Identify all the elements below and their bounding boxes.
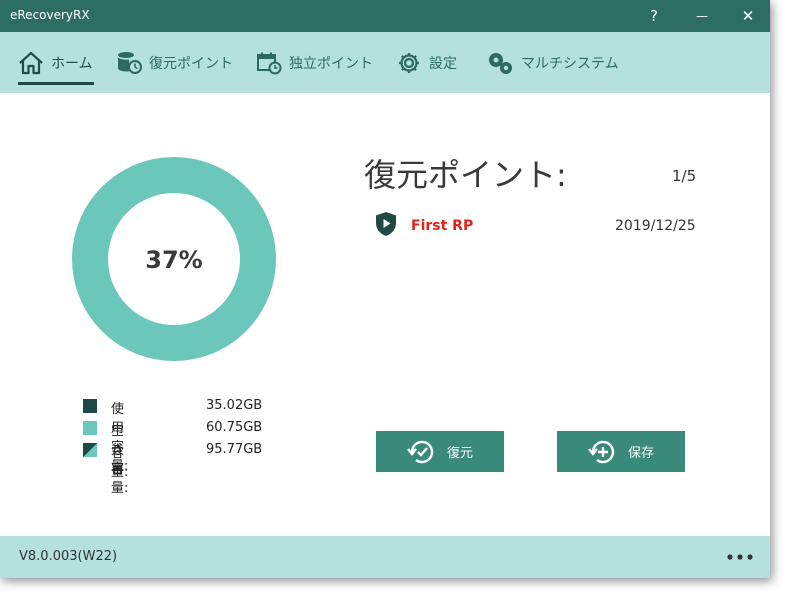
help-icon: ? xyxy=(650,7,658,25)
legend-value: 35.02GB xyxy=(206,398,263,413)
tab-independent-points[interactable]: 独立ポイント xyxy=(256,32,373,93)
database-restore-icon xyxy=(116,51,142,75)
restore-button[interactable]: 復元 xyxy=(376,431,504,472)
restore-check-icon xyxy=(407,440,434,463)
shield-play-icon xyxy=(376,212,396,236)
disk-usage-donut: 37% xyxy=(72,157,276,361)
tab-label: 独立ポイント xyxy=(289,55,373,72)
save-button[interactable]: 保存 xyxy=(557,431,685,472)
minimize-icon: — xyxy=(696,9,708,23)
app-window: eRecoveryRX ? — ✕ ホーム 復元ポイント 独立ポイント 設定 マ… xyxy=(0,0,770,578)
legend-value: 60.75GB xyxy=(206,420,263,435)
legend-swatch-used xyxy=(83,399,97,413)
version-label: V8.0.003(W22) xyxy=(19,549,118,564)
legend-value: 95.77GB xyxy=(206,442,263,457)
gear-icon xyxy=(396,51,422,75)
legend-label: 容量: xyxy=(111,446,129,480)
footer-bar: V8.0.003(W22) xyxy=(0,536,770,578)
calendar-clock-icon xyxy=(256,51,282,75)
close-button[interactable]: ✕ xyxy=(726,0,770,32)
legend-swatch-free xyxy=(83,421,97,435)
restore-points-title: 復元ポイント: xyxy=(364,156,567,194)
tab-multi-system[interactable]: マルチシステム xyxy=(486,32,619,93)
tab-restore-points[interactable]: 復元ポイント xyxy=(116,32,233,93)
add-backup-icon xyxy=(588,440,615,463)
tab-label: 復元ポイント xyxy=(149,55,233,72)
disk-usage-percent: 37% xyxy=(145,246,202,274)
title-bar: eRecoveryRX ? — ✕ xyxy=(0,0,770,32)
multi-gear-icon xyxy=(486,51,514,75)
home-icon xyxy=(18,51,44,75)
app-title: eRecoveryRX xyxy=(10,8,90,22)
main-panel: 37% 使用容量: 35.02GB 空き容量: 60.75GB 容量: 95.7… xyxy=(0,93,770,536)
restore-point-name[interactable]: First RP xyxy=(411,218,473,234)
tab-label: ホーム xyxy=(51,55,93,72)
restore-point-date: 2019/12/25 xyxy=(615,218,696,234)
save-button-label: 保存 xyxy=(627,446,654,461)
legend-swatch-capacity xyxy=(83,443,97,457)
restore-points-count: 1/5 xyxy=(672,167,697,185)
tab-label: マルチシステム xyxy=(521,55,619,72)
active-tab-indicator xyxy=(18,82,94,85)
tab-settings[interactable]: 設定 xyxy=(396,32,457,93)
more-dots-icon[interactable] xyxy=(722,548,758,566)
help-button[interactable]: ? xyxy=(632,0,676,32)
restore-button-label: 復元 xyxy=(446,446,473,461)
minimize-button[interactable]: — xyxy=(680,0,724,32)
tab-label: 設定 xyxy=(429,55,457,72)
tab-bar: ホーム 復元ポイント 独立ポイント 設定 マルチシステム xyxy=(0,32,770,93)
close-icon: ✕ xyxy=(741,7,755,25)
